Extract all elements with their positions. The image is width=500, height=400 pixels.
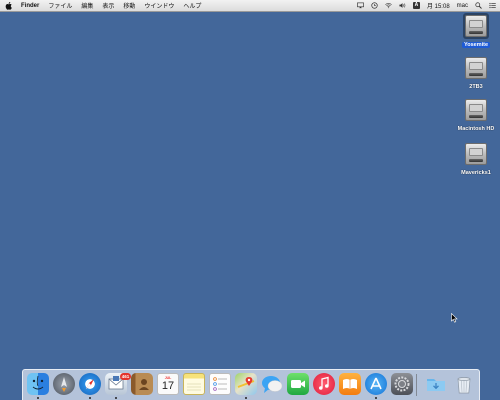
calendar-icon[interactable]: JUL 17 (157, 373, 179, 395)
running-indicator (375, 397, 377, 399)
drive-macintosh-hd[interactable]: Macintosh HD (454, 97, 498, 132)
menu-file[interactable]: ファイル (48, 1, 72, 10)
downloads-folder-icon[interactable] (425, 373, 447, 395)
safari-icon[interactable] (79, 373, 101, 395)
app-store-icon[interactable] (365, 373, 387, 395)
maps-icon[interactable] (235, 373, 257, 395)
menu-window[interactable]: ウインドウ (144, 1, 174, 10)
menu-edit[interactable]: 編集 (81, 1, 93, 10)
hard-drive-icon (465, 143, 487, 165)
calendar-day: 17 (161, 380, 175, 392)
time-machine-icon[interactable] (371, 2, 378, 9)
dock-separator (416, 374, 417, 396)
running-indicator (115, 397, 117, 399)
mail-icon[interactable]: 461 (105, 373, 131, 395)
messages-icon[interactable] (261, 373, 283, 395)
spotlight-search-icon[interactable] (475, 2, 482, 9)
dock: 461 JUL 17 (22, 369, 480, 400)
drive-label: Mavericks1 (461, 170, 491, 176)
reminders-icon[interactable] (209, 373, 231, 395)
menu-help[interactable]: ヘルプ (183, 1, 201, 10)
mouse-cursor-icon (451, 310, 458, 323)
input-source-icon[interactable]: A (412, 2, 420, 9)
ibooks-icon[interactable] (339, 373, 361, 395)
apple-menu-icon[interactable] (5, 1, 13, 10)
trash-icon[interactable] (453, 373, 475, 395)
mail-badge: 461 (120, 373, 131, 380)
menu-app-name[interactable]: Finder (21, 3, 39, 9)
contacts-icon[interactable] (131, 373, 153, 395)
drive-icon-wrap (463, 13, 489, 39)
running-indicator (37, 397, 39, 399)
drive-label: 2TB3 (469, 84, 483, 90)
finder-icon[interactable] (27, 373, 49, 395)
volume-icon[interactable] (399, 2, 406, 9)
notification-center-icon[interactable] (489, 2, 496, 9)
menu-clock[interactable]: 月 15:08 (427, 1, 450, 10)
running-indicator (89, 397, 91, 399)
drive-icon-wrap (463, 97, 489, 123)
drive-label: Macintosh HD (457, 126, 495, 132)
wifi-icon[interactable] (385, 2, 392, 9)
hard-drive-icon (465, 57, 487, 79)
launchpad-icon[interactable] (53, 373, 75, 395)
system-preferences-icon[interactable] (391, 373, 413, 395)
menu-go[interactable]: 移動 (123, 1, 135, 10)
menu-bar: Finder ファイル 編集 表示 移動 ウインドウ ヘルプ A 月 15:08… (0, 0, 500, 12)
drive-icon-wrap (463, 55, 489, 81)
hard-drive-icon (465, 15, 487, 37)
drive-2tb3[interactable]: 2TB3 (454, 55, 498, 90)
notes-icon[interactable] (183, 373, 205, 395)
drive-yosemite[interactable]: Yosemite (454, 13, 498, 48)
drive-icon-wrap (463, 141, 489, 167)
running-indicator (245, 397, 247, 399)
facetime-icon[interactable] (287, 373, 309, 395)
menu-view[interactable]: 表示 (102, 1, 114, 10)
hard-drive-icon (465, 99, 487, 121)
itunes-icon[interactable] (313, 373, 335, 395)
drive-mavericks1[interactable]: Mavericks1 (454, 141, 498, 176)
drive-label: Yosemite (461, 42, 491, 48)
airplay-icon[interactable] (357, 2, 364, 9)
menu-user[interactable]: mac (457, 3, 468, 9)
